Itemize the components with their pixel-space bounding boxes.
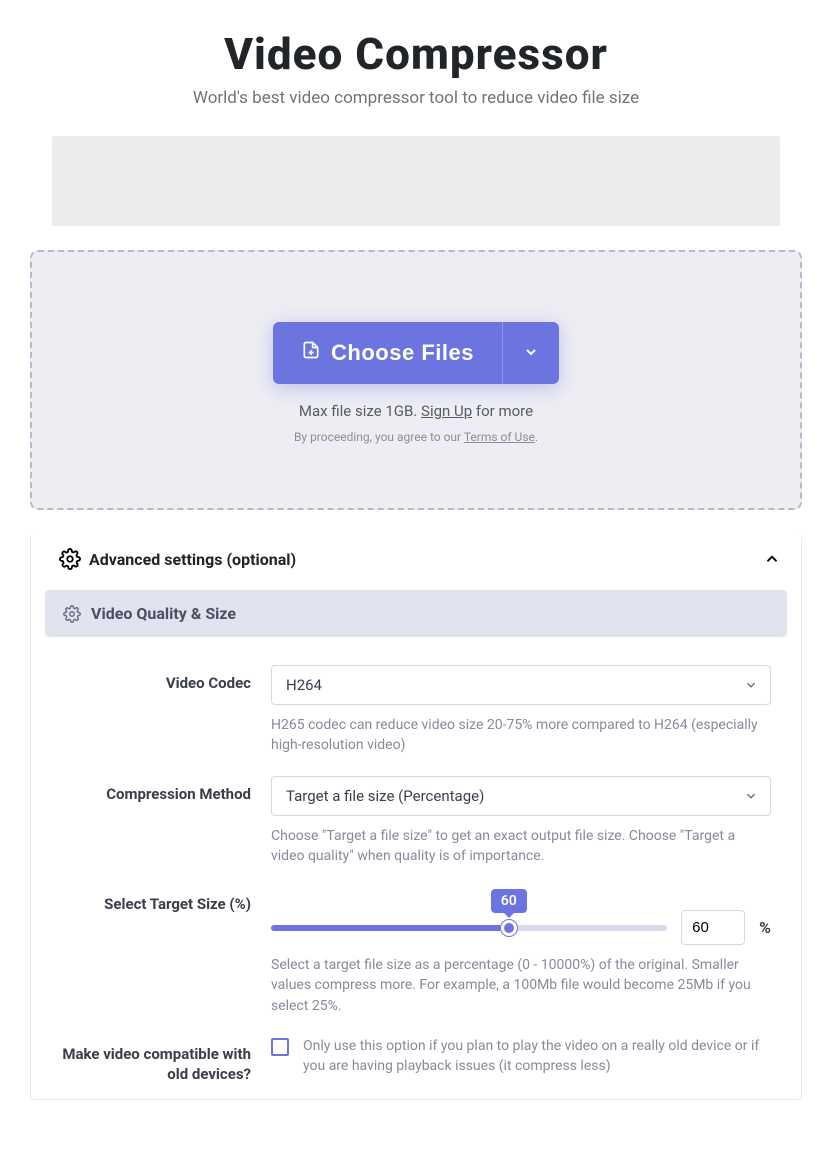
advanced-settings-card: Advanced settings (optional) Video Quali… <box>30 534 802 1100</box>
choose-files-button[interactable]: Choose Files <box>273 322 502 384</box>
gear-icon <box>63 605 81 623</box>
signup-link[interactable]: Sign Up <box>421 402 472 420</box>
terms-text: By proceeding, you agree to our Terms of… <box>62 430 770 444</box>
compat-label: Make video compatible with old devices? <box>61 1036 271 1085</box>
compression-method-help: Choose "Target a file size" to get an ex… <box>271 826 771 867</box>
section-label: Video Quality & Size <box>91 604 236 623</box>
target-size-help: Select a target file size as a percentag… <box>271 955 771 1016</box>
video-codec-value: H264 <box>286 676 322 694</box>
advanced-title: Advanced settings (optional) <box>89 550 296 569</box>
chevron-down-icon <box>523 344 539 363</box>
terms-suffix: . <box>535 430 538 444</box>
terms-prefix: By proceeding, you agree to our <box>294 430 464 444</box>
percent-symbol: % <box>759 918 771 937</box>
page-title: Video Compressor <box>30 28 802 80</box>
compression-method-select[interactable]: Target a file size (Percentage) <box>271 776 771 816</box>
target-size-label: Select Target Size (%) <box>61 886 271 1016</box>
chevron-down-icon <box>744 678 758 692</box>
dropzone[interactable]: Choose Files Max file size 1GB. Sign Up … <box>30 250 802 510</box>
video-codec-select[interactable]: H264 <box>271 665 771 705</box>
compat-help: Only use this option if you plan to play… <box>303 1036 771 1077</box>
slider-thumb[interactable] <box>501 920 517 936</box>
chevron-up-icon <box>763 550 781 568</box>
compression-method-value: Target a file size (Percentage) <box>286 787 484 805</box>
page-subtitle: World's best video compressor tool to re… <box>30 88 802 108</box>
target-size-input[interactable] <box>681 910 745 945</box>
terms-link[interactable]: Terms of Use <box>464 430 535 444</box>
slider-tooltip: 60 <box>491 889 527 913</box>
section-video-quality: Video Quality & Size <box>45 590 787 637</box>
limit-prefix: Max file size 1GB. <box>299 402 421 420</box>
choose-files-label: Choose Files <box>331 340 474 366</box>
compression-method-label: Compression Method <box>61 776 271 867</box>
choose-files-dropdown-button[interactable] <box>502 322 559 384</box>
video-codec-help: H265 codec can reduce video size 20-75% … <box>271 715 771 756</box>
target-size-slider[interactable] <box>271 925 667 931</box>
gear-icon <box>59 548 81 570</box>
advanced-settings-header[interactable]: Advanced settings (optional) <box>31 534 801 584</box>
file-limit-text: Max file size 1GB. Sign Up for more <box>62 402 770 420</box>
file-plus-icon <box>301 338 321 368</box>
chevron-down-icon <box>744 789 758 803</box>
video-codec-label: Video Codec <box>61 665 271 756</box>
slider-fill <box>271 925 509 931</box>
compat-checkbox[interactable] <box>271 1038 289 1056</box>
ad-placeholder <box>52 136 780 226</box>
limit-suffix: for more <box>472 402 533 420</box>
